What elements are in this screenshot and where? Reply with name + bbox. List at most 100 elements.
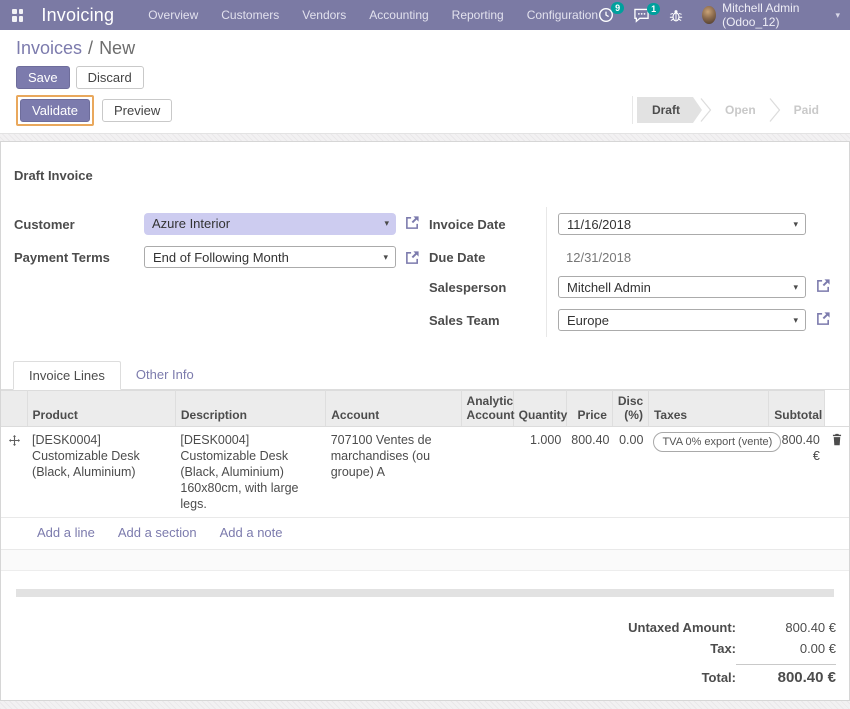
nav-systray: 9 1 Mitchell Admin (Odoo_12) ▾ <box>598 1 840 29</box>
workflow-bar: Validate Preview Draft Open Paid <box>16 95 834 125</box>
messages-badge: 1 <box>647 3 660 15</box>
add-a-section-link[interactable]: Add a section <box>118 525 197 540</box>
cell-discount[interactable]: 0.00 <box>612 427 648 518</box>
nav-item-accounting[interactable]: Accounting <box>369 8 428 22</box>
taxes-column-header: Taxes <box>648 391 768 427</box>
cell-quantity[interactable]: 1.000 <box>513 427 566 518</box>
untaxed-amount-value: 800.40 € <box>736 620 836 635</box>
activities-clock-icon[interactable]: 9 <box>598 7 614 23</box>
salesperson-label: Salesperson <box>429 280 506 295</box>
totals-summary: Untaxed Amount: 800.40 € Tax: 0.00 € Tot… <box>1 617 849 689</box>
drag-handle-icon[interactable] <box>1 427 27 518</box>
analytic-account-column-header: Analytic Account <box>461 391 513 427</box>
nav-menu: Overview Customers Vendors Accounting Re… <box>148 8 598 22</box>
preview-button[interactable]: Preview <box>102 99 172 122</box>
breadcrumb: Invoices / New <box>16 38 834 58</box>
payment-terms-field[interactable]: End of Following Month ▾ <box>144 246 396 268</box>
control-panel: Invoices / New Save Discard Validate Previ… <box>0 30 850 134</box>
due-date-value[interactable]: 12/31/2018 <box>566 250 631 265</box>
cell-analytic-account[interactable] <box>461 427 513 518</box>
tax-label: Tax: <box>710 641 736 656</box>
record-actions: Save Discard <box>16 66 834 89</box>
breadcrumb-current: New <box>99 38 135 58</box>
total-label: Total: <box>702 670 736 685</box>
nav-item-overview[interactable]: Overview <box>148 8 198 22</box>
breadcrumb-invoices-link[interactable]: Invoices <box>16 38 82 58</box>
payment-terms-external-link-icon[interactable] <box>405 250 421 266</box>
save-button[interactable]: Save <box>16 66 70 89</box>
sales-team-label: Sales Team <box>429 313 500 328</box>
total-row: Total: 800.40 € <box>1 659 849 689</box>
app-title[interactable]: Invoicing <box>41 5 114 26</box>
user-avatar <box>702 6 716 24</box>
add-a-note-link[interactable]: Add a note <box>220 525 283 540</box>
horizontal-scrollbar[interactable] <box>16 589 834 597</box>
tab-invoice-lines[interactable]: Invoice Lines <box>13 361 121 390</box>
invoice-form-sheet: Draft Invoice Customer Azure Interior ▾ … <box>0 141 850 701</box>
status-step-draft[interactable]: Draft <box>637 97 702 123</box>
invoicing-app: Invoicing Overview Customers Vendors Acc… <box>0 0 850 709</box>
user-menu[interactable]: Mitchell Admin (Odoo_12) ▾ <box>702 1 840 29</box>
total-value: 800.40 € <box>736 664 836 686</box>
nav-item-vendors[interactable]: Vendors <box>302 8 346 22</box>
chevron-down-icon: ▾ <box>793 219 798 230</box>
chevron-down-icon: ▾ <box>835 10 840 21</box>
tax-tag[interactable]: TVA 0% export (vente) <box>653 432 781 452</box>
tax-row: Tax: 0.00 € <box>1 638 849 659</box>
customer-external-link-icon[interactable] <box>405 215 421 231</box>
sales-team-external-link-icon[interactable] <box>816 311 832 327</box>
status-step-open[interactable]: Open <box>710 97 771 123</box>
quantity-column-header: Quantity <box>513 391 566 427</box>
customer-label: Customer <box>14 217 75 232</box>
tab-other-info[interactable]: Other Info <box>121 361 209 389</box>
discard-button[interactable]: Discard <box>76 66 144 89</box>
account-column-header: Account <box>326 391 461 427</box>
sales-team-field[interactable]: Europe ▾ <box>558 309 806 331</box>
invoice-date-label: Invoice Date <box>429 217 506 232</box>
cell-description[interactable]: [DESK0004] Customizable Desk (Black, Alu… <box>175 427 325 518</box>
invoice-line-row: [DESK0004] Customizable Desk (Black, Alu… <box>1 427 849 518</box>
untaxed-amount-row: Untaxed Amount: 800.40 € <box>1 617 849 638</box>
invoice-date-field[interactable]: 11/16/2018 ▾ <box>558 213 806 235</box>
tax-value: 0.00 € <box>736 641 836 656</box>
chevron-down-icon: ▾ <box>793 315 798 326</box>
payment-terms-label: Payment Terms <box>14 250 110 265</box>
status-step-paid[interactable]: Paid <box>779 97 834 123</box>
messages-chat-icon[interactable]: 1 <box>633 8 650 23</box>
empty-table-row <box>1 550 849 571</box>
document-state-title: Draft Invoice <box>14 168 849 183</box>
debug-bug-icon[interactable] <box>669 8 683 23</box>
validate-button[interactable]: Validate <box>20 99 90 122</box>
customer-field[interactable]: Azure Interior ▾ <box>144 213 396 235</box>
nav-item-configuration[interactable]: Configuration <box>527 8 598 22</box>
table-header-row: Product Description Account Analytic Acc… <box>1 391 849 427</box>
cell-price[interactable]: 800.40 <box>566 427 612 518</box>
cell-product[interactable]: [DESK0004] Customizable Desk (Black, Alu… <box>27 427 175 518</box>
activities-badge: 9 <box>611 2 624 14</box>
invoice-header-fields: Customer Azure Interior ▾ Payment Terms … <box>1 201 849 351</box>
price-column-header: Price <box>566 391 612 427</box>
actions-column-header <box>825 391 849 427</box>
chevron-down-icon: ▾ <box>793 282 798 293</box>
apps-menu-icon[interactable] <box>12 9 23 22</box>
invoice-lines-table: Product Description Account Analytic Acc… <box>1 390 849 518</box>
discount-column-header: Disc (%) <box>612 391 648 427</box>
chevron-down-icon: ▾ <box>383 252 388 263</box>
user-name: Mitchell Admin (Odoo_12) <box>722 1 829 29</box>
delete-line-trash-icon[interactable] <box>825 427 849 518</box>
subtotal-column-header: Subtotal <box>769 391 825 427</box>
handle-column-header <box>1 391 27 427</box>
content-background: Draft Invoice Customer Azure Interior ▾ … <box>0 134 850 709</box>
due-date-label: Due Date <box>429 250 485 265</box>
nav-item-reporting[interactable]: Reporting <box>452 8 504 22</box>
breadcrumb-separator: / <box>88 38 93 58</box>
salesperson-external-link-icon[interactable] <box>816 278 832 294</box>
add-a-line-link[interactable]: Add a line <box>37 525 95 540</box>
top-nav-bar: Invoicing Overview Customers Vendors Acc… <box>0 0 850 30</box>
cell-account[interactable]: 707100 Ventes de marchandises (ou groupe… <box>326 427 461 518</box>
description-column-header: Description <box>175 391 325 427</box>
salesperson-field[interactable]: Mitchell Admin ▾ <box>558 276 806 298</box>
chevron-down-icon: ▾ <box>384 218 389 229</box>
column-divider <box>546 207 547 337</box>
nav-item-customers[interactable]: Customers <box>221 8 279 22</box>
